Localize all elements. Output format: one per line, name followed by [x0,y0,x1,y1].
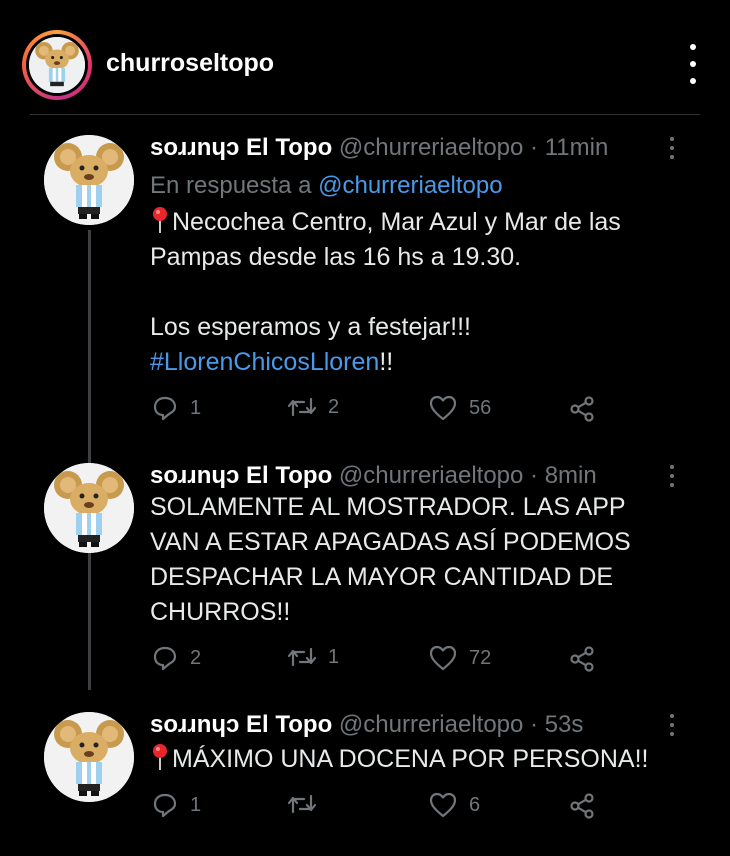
like-count: 6 [469,793,481,816]
story-avatar-ring[interactable] [22,30,92,100]
retweet-icon [288,647,316,667]
tweet-line: Los esperamos y a festejar!!! [150,313,471,341]
heart-icon [429,645,457,671]
handle[interactable]: @churreriaeltopo [339,134,523,161]
mascot-avatar-icon [29,37,85,93]
handle[interactable]: @churreriaeltopo [339,711,523,738]
tweet-line: CHURROS!! [150,598,291,626]
display-name[interactable]: soɹɹnɥɔ El Topo [150,711,332,738]
timestamp[interactable]: 11min [545,134,609,161]
tweet-actions: 1 2 56 [150,395,610,425]
reply-context: En respuesta a @churreriaeltopo [150,172,503,200]
reply-mention[interactable]: @churreriaeltopo [318,172,502,199]
story-header: churroseltopo [0,0,730,115]
retweet-button[interactable]: 1 [288,645,339,669]
tweet-avatar[interactable] [44,135,134,225]
mascot-avatar-icon [44,135,134,225]
retweet-icon [288,397,316,417]
timestamp[interactable]: 8min [545,462,597,489]
like-button[interactable]: 56 [429,395,491,421]
display-name[interactable]: soɹɹnɥɔ El Topo [150,134,332,161]
tweet-line: VAN A ESTAR APAGADAS ASÍ PODEMOS [150,528,631,556]
mascot-avatar-icon [44,712,134,802]
reply-count: 1 [190,793,202,816]
tweet-line: Pampas desde las 16 hs a 19.30. [150,243,522,271]
tweet-text: Necochea Centro, Mar Azul y Mar de las P… [150,205,690,380]
reply-button[interactable]: 1 [152,395,201,421]
display-name[interactable]: soɹɹnɥɔ El Topo [150,462,332,489]
retweet-count: 2 [328,395,340,418]
heart-icon [429,395,457,421]
tweet-line: DESPACHAR LA MAYOR CANTIDAD DE [150,563,614,591]
share-icon [570,646,594,672]
tweet-line: SOLAMENTE AL MOSTRADOR. LAS APP [150,493,626,521]
tweet-line: MÁXIMO UNA DOCENA POR PERSONA!! [172,745,649,773]
tweet-actions: 1 6 [150,792,610,822]
separator: · [530,462,539,489]
reply-icon [153,793,177,818]
like-count: 72 [469,646,492,669]
reply-count: 2 [190,646,202,669]
tweet-text: SOLAMENTE AL MOSTRADOR. LAS APP VAN A ES… [150,490,690,630]
like-button[interactable]: 6 [429,792,480,818]
share-button[interactable] [568,645,596,673]
share-button[interactable] [568,395,596,423]
reply-prefix: En respuesta a [150,172,312,199]
header-divider [30,114,700,115]
share-icon [570,793,594,819]
tweet-avatar[interactable] [44,463,134,553]
more-vertical-icon[interactable] [669,465,675,487]
reply-button[interactable]: 1 [152,792,201,818]
tweet-header: soɹɹnɥɔ El Topo @churreriaeltopo · 8min [150,462,597,490]
share-button[interactable] [568,792,596,820]
tweet-line: Necochea Centro, Mar Azul y Mar de las [172,208,621,236]
more-vertical-icon[interactable] [669,137,675,159]
reply-count: 1 [190,396,202,419]
timestamp[interactable]: 53s [545,711,584,738]
retweet-count: 1 [328,645,340,668]
tweet-avatar[interactable] [44,712,134,802]
hashtag-link[interactable]: #LlorenChicosLloren [150,348,379,376]
heart-icon [429,792,457,818]
more-vertical-icon[interactable] [669,714,675,736]
separator: · [530,134,539,161]
like-count: 56 [469,396,492,419]
tweet-actions: 2 1 72 [150,645,610,675]
like-button[interactable]: 72 [429,645,491,671]
tweet-header: soɹɹnɥɔ El Topo @churreriaeltopo · 53s [150,711,583,739]
retweet-icon [288,794,316,814]
story-username[interactable]: churroseltopo [106,49,274,78]
mascot-avatar-icon [44,463,134,553]
reply-button[interactable]: 2 [152,645,201,671]
reply-icon [153,646,177,671]
handle[interactable]: @churreriaeltopo [339,462,523,489]
pin-icon [153,207,167,233]
thread-line [88,230,91,690]
share-icon [570,396,594,422]
separator: · [530,711,539,738]
pin-icon [153,744,167,770]
retweet-button[interactable] [288,792,328,816]
story-avatar [29,37,85,93]
hashtag-suffix: !! [379,348,394,376]
retweet-button[interactable]: 2 [288,395,339,419]
more-vertical-icon[interactable] [686,44,700,84]
reply-icon [153,396,177,421]
tweet-header: soɹɹnɥɔ El Topo @churreriaeltopo · 11min [150,134,608,162]
tweet-text: MÁXIMO UNA DOCENA POR PERSONA!! [150,742,690,777]
